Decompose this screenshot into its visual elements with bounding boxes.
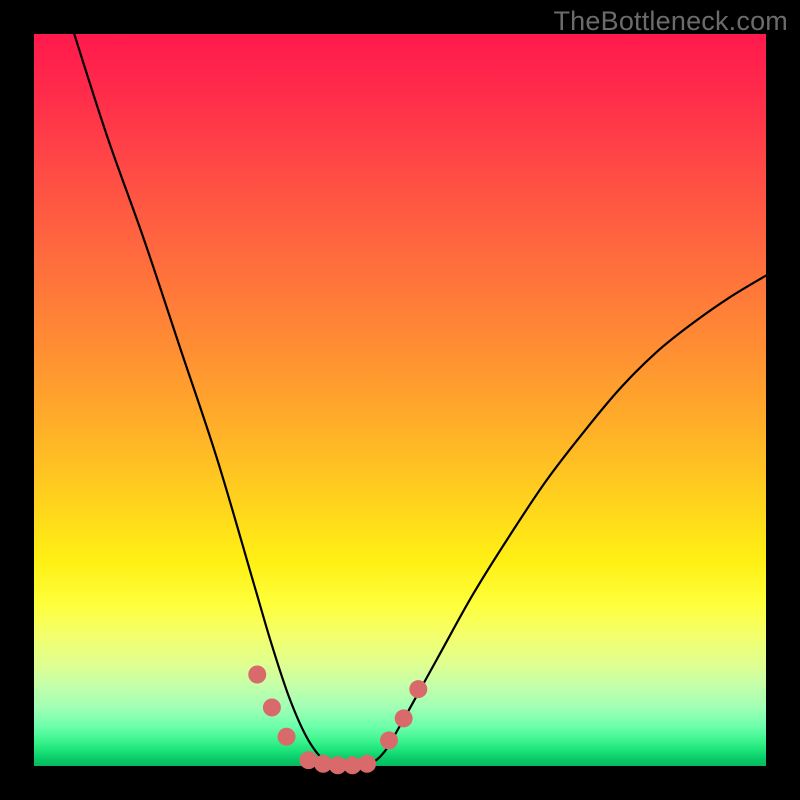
curve-layer	[34, 34, 766, 766]
watermark-text: TheBottleneck.com	[553, 6, 788, 37]
highlight-dots-right	[380, 680, 427, 749]
highlight-dot	[278, 728, 296, 746]
highlight-dot	[409, 680, 427, 698]
highlight-dots-bottom	[300, 751, 377, 774]
highlight-dot	[248, 666, 266, 684]
bottleneck-curve	[74, 34, 766, 767]
plot-area	[34, 34, 766, 766]
highlight-dot	[380, 731, 398, 749]
highlight-dot	[395, 709, 413, 727]
highlight-dot	[263, 698, 281, 716]
highlight-dots-left	[248, 666, 295, 746]
chart-frame: TheBottleneck.com	[0, 0, 800, 800]
highlight-dot	[358, 755, 376, 773]
